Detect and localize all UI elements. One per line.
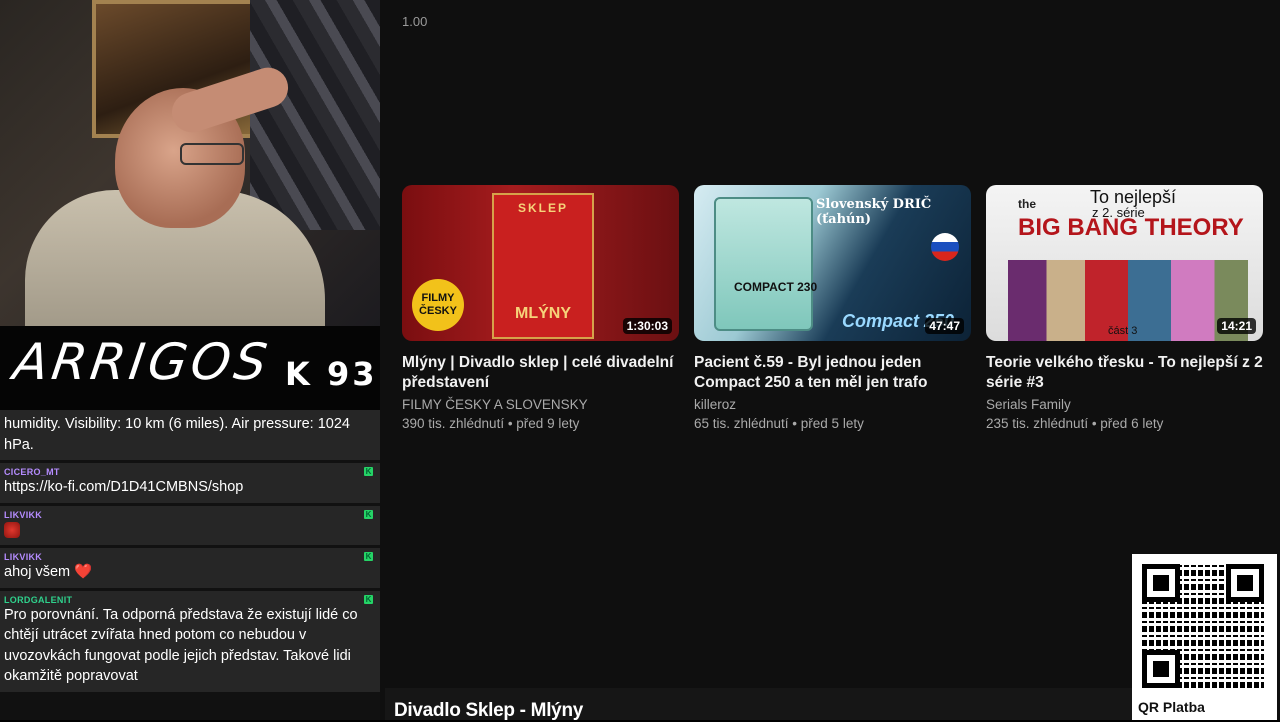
video-thumbnail[interactable]: the BIG BANG THEORY To nejlepší z 2. séri… — [986, 185, 1263, 341]
chat-message: LIKVIKK ahoj všem ❤️ — [0, 548, 380, 588]
kick-badge-icon — [364, 467, 373, 476]
kick-badge-icon — [364, 594, 373, 604]
chat-message: LORDGALENIT Pro porovnání. Ta odporná př… — [0, 590, 380, 692]
thumbnail-subcaption: z 2. série — [1092, 205, 1145, 220]
thumbnail-caption: Slovenský DRIČ (ťahún) — [816, 197, 932, 227]
chat-message-text[interactable]: https://ko-fi.com/D1D41CMBNS/shop — [4, 477, 376, 498]
qr-label: QR Platba — [1138, 699, 1205, 715]
stream-logo-number: K 93 — [285, 355, 378, 393]
qr-finder — [1226, 564, 1264, 602]
now-playing-title: Divadlo Sklep - Mlýny — [394, 700, 584, 721]
video-card[interactable]: SKLEP MLÝNY FILMY ČESKY 1:30:03 Mlýny | … — [402, 185, 679, 433]
red-emote-icon — [4, 521, 20, 538]
video-channel[interactable]: killeroz — [694, 395, 971, 414]
video-title[interactable]: Pacient č.59 - Byl jednou jeden Compact … — [694, 353, 971, 393]
chat-message-text: Pro porovnání. Ta odporná představa že e… — [4, 606, 358, 685]
machine-label: COMPACT 230 — [734, 280, 818, 294]
webcam-feed — [0, 0, 380, 326]
chat-message-text: ahoj všem — [4, 564, 71, 580]
video-channel[interactable]: FILMY ČESKY A SLOVENSKY — [402, 395, 679, 414]
poster-title-bottom: MLÝNY — [515, 305, 571, 322]
kick-badge-icon — [364, 552, 373, 561]
video-meta: 65 tis. zhlédnutí • před 5 lety — [694, 416, 864, 431]
chat-panel: humidity. Visibility: 10 km (6 miles). A… — [0, 410, 380, 720]
video-thumbnail[interactable]: SKLEP MLÝNY FILMY ČESKY 1:30:03 — [402, 185, 679, 341]
qr-payment-box — [1132, 554, 1277, 720]
qr-finder — [1142, 650, 1180, 688]
acoustic-panels — [250, 0, 380, 230]
channel-logo: FILMY ČESKY — [412, 279, 464, 331]
chat-message: CICERO_MT https://ko-fi.com/D1D41CMBNS/s… — [0, 463, 380, 503]
video-duration: 47:47 — [925, 318, 964, 334]
slovak-flag-icon — [931, 233, 959, 261]
video-meta: 235 tis. zhlédnutí • před 6 lety — [986, 416, 1164, 431]
video-card[interactable]: the BIG BANG THEORY To nejlepší z 2. séri… — [986, 185, 1263, 433]
qr-finder — [1142, 564, 1180, 602]
thumbnail-part: část 3 — [1108, 325, 1138, 337]
playback-speed: 1.00 — [402, 14, 428, 29]
chat-message-text: humidity. Visibility: 10 km (6 miles). A… — [4, 416, 350, 453]
video-thumbnail[interactable]: COMPACT 230 Slovenský DRIČ (ťahún) Compa… — [694, 185, 971, 341]
heart-icon: ❤️ — [74, 564, 93, 580]
video-channel[interactable]: Serials Family — [986, 395, 1263, 414]
video-duration: 1:30:03 — [622, 318, 672, 334]
stream-logo: ARRIGOS — [9, 333, 275, 391]
chat-username: LIKVIKK — [4, 509, 43, 520]
kick-badge-icon — [364, 509, 373, 519]
video-card[interactable]: COMPACT 230 Slovenský DRIČ (ťahún) Compa… — [694, 185, 971, 433]
chat-username: LORDGALENIT — [4, 594, 73, 605]
video-title[interactable]: Mlýny | Divadlo sklep | celé divadelní p… — [402, 353, 679, 393]
chat-username: CICERO_MT — [4, 467, 60, 477]
poster-title-top: SKLEP — [517, 201, 568, 215]
chat-message: LIKVIKK — [0, 505, 380, 545]
chat-message: humidity. Visibility: 10 km (6 miles). A… — [0, 410, 380, 460]
video-duration: 14:21 — [1217, 318, 1256, 334]
video-meta: 390 tis. zhlédnutí • před 9 lety — [402, 416, 580, 431]
welder-image — [714, 197, 813, 331]
video-title[interactable]: Teorie velkého třesku - To nejlepší z 2 … — [986, 353, 1263, 393]
chat-username: LIKVIKK — [4, 552, 43, 562]
glasses — [180, 143, 244, 165]
thumbnail-poster: SKLEP MLÝNY — [492, 193, 594, 339]
